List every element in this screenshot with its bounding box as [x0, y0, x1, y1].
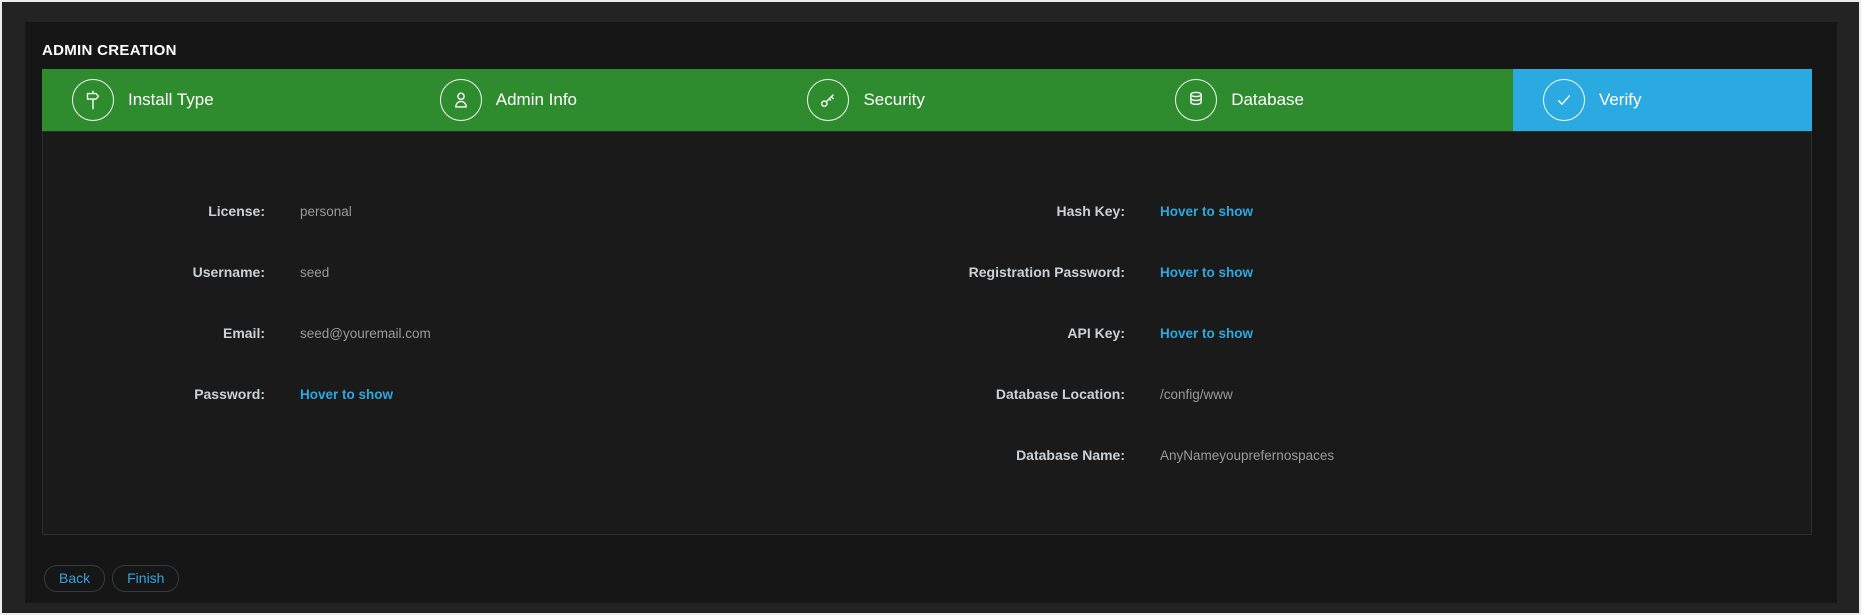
hover-to-show-value[interactable]: Hover to show — [300, 387, 393, 402]
app-window: ADMIN CREATION Install Type Admin Info S… — [0, 0, 1861, 615]
field-label: Email: — [43, 325, 265, 341]
step-database[interactable]: Database — [1145, 69, 1513, 131]
hover-to-show-value[interactable]: Hover to show — [1160, 265, 1253, 280]
hover-to-show-value[interactable]: Hover to show — [1160, 204, 1253, 219]
form-column-right: Hash Key: Hover to show Registration Pas… — [927, 203, 1811, 534]
field-row-password: Password: Hover to show — [43, 386, 927, 411]
field-label: License: — [43, 203, 265, 219]
verify-summary-form: License: personal Username: seed Email: … — [42, 131, 1812, 535]
field-row-username: Username: seed — [43, 264, 927, 289]
wizard-stepper: Install Type Admin Info Security Databas… — [42, 69, 1812, 131]
admin-creation-panel: ADMIN CREATION Install Type Admin Info S… — [25, 22, 1837, 603]
step-label: Install Type — [128, 90, 214, 110]
field-label: Database Location: — [927, 386, 1125, 402]
step-verify[interactable]: Verify — [1513, 69, 1812, 131]
wizard-actions: Back Finish — [44, 565, 179, 592]
person-icon — [440, 79, 482, 121]
step-label: Security — [863, 90, 924, 110]
step-label: Admin Info — [496, 90, 577, 110]
key-icon — [807, 79, 849, 121]
field-row-license: License: personal — [43, 203, 927, 228]
hover-to-show-value[interactable]: Hover to show — [1160, 326, 1253, 341]
check-icon — [1543, 79, 1585, 121]
field-value: personal — [300, 204, 352, 219]
field-row-api-key: API Key: Hover to show — [927, 325, 1811, 350]
field-label: Registration Password: — [927, 264, 1125, 280]
field-label: API Key: — [927, 325, 1125, 341]
step-label: Verify — [1599, 90, 1642, 110]
step-admin-info[interactable]: Admin Info — [410, 69, 778, 131]
form-column-left: License: personal Username: seed Email: … — [43, 203, 927, 534]
field-label: Username: — [43, 264, 265, 280]
field-value: seed — [300, 265, 329, 280]
database-icon — [1175, 79, 1217, 121]
step-install-type[interactable]: Install Type — [42, 69, 410, 131]
field-label: Password: — [43, 386, 265, 402]
field-value: AnyNameyouprefernospaces — [1160, 448, 1334, 463]
field-label: Database Name: — [927, 447, 1125, 463]
back-button[interactable]: Back — [44, 565, 105, 592]
field-row-hash-key: Hash Key: Hover to show — [927, 203, 1811, 228]
field-label: Hash Key: — [927, 203, 1125, 219]
field-row-email: Email: seed@youremail.com — [43, 325, 927, 350]
field-row-database-name: Database Name: AnyNameyouprefernospaces — [927, 447, 1811, 472]
field-value: /config/www — [1160, 387, 1233, 402]
finish-button[interactable]: Finish — [112, 565, 179, 592]
signpost-icon — [72, 79, 114, 121]
page-title: ADMIN CREATION — [42, 42, 177, 59]
field-value: seed@youremail.com — [300, 326, 431, 341]
step-security[interactable]: Security — [777, 69, 1145, 131]
field-row-registration-password: Registration Password: Hover to show — [927, 264, 1811, 289]
step-label: Database — [1231, 90, 1304, 110]
field-row-database-location: Database Location: /config/www — [927, 386, 1811, 411]
